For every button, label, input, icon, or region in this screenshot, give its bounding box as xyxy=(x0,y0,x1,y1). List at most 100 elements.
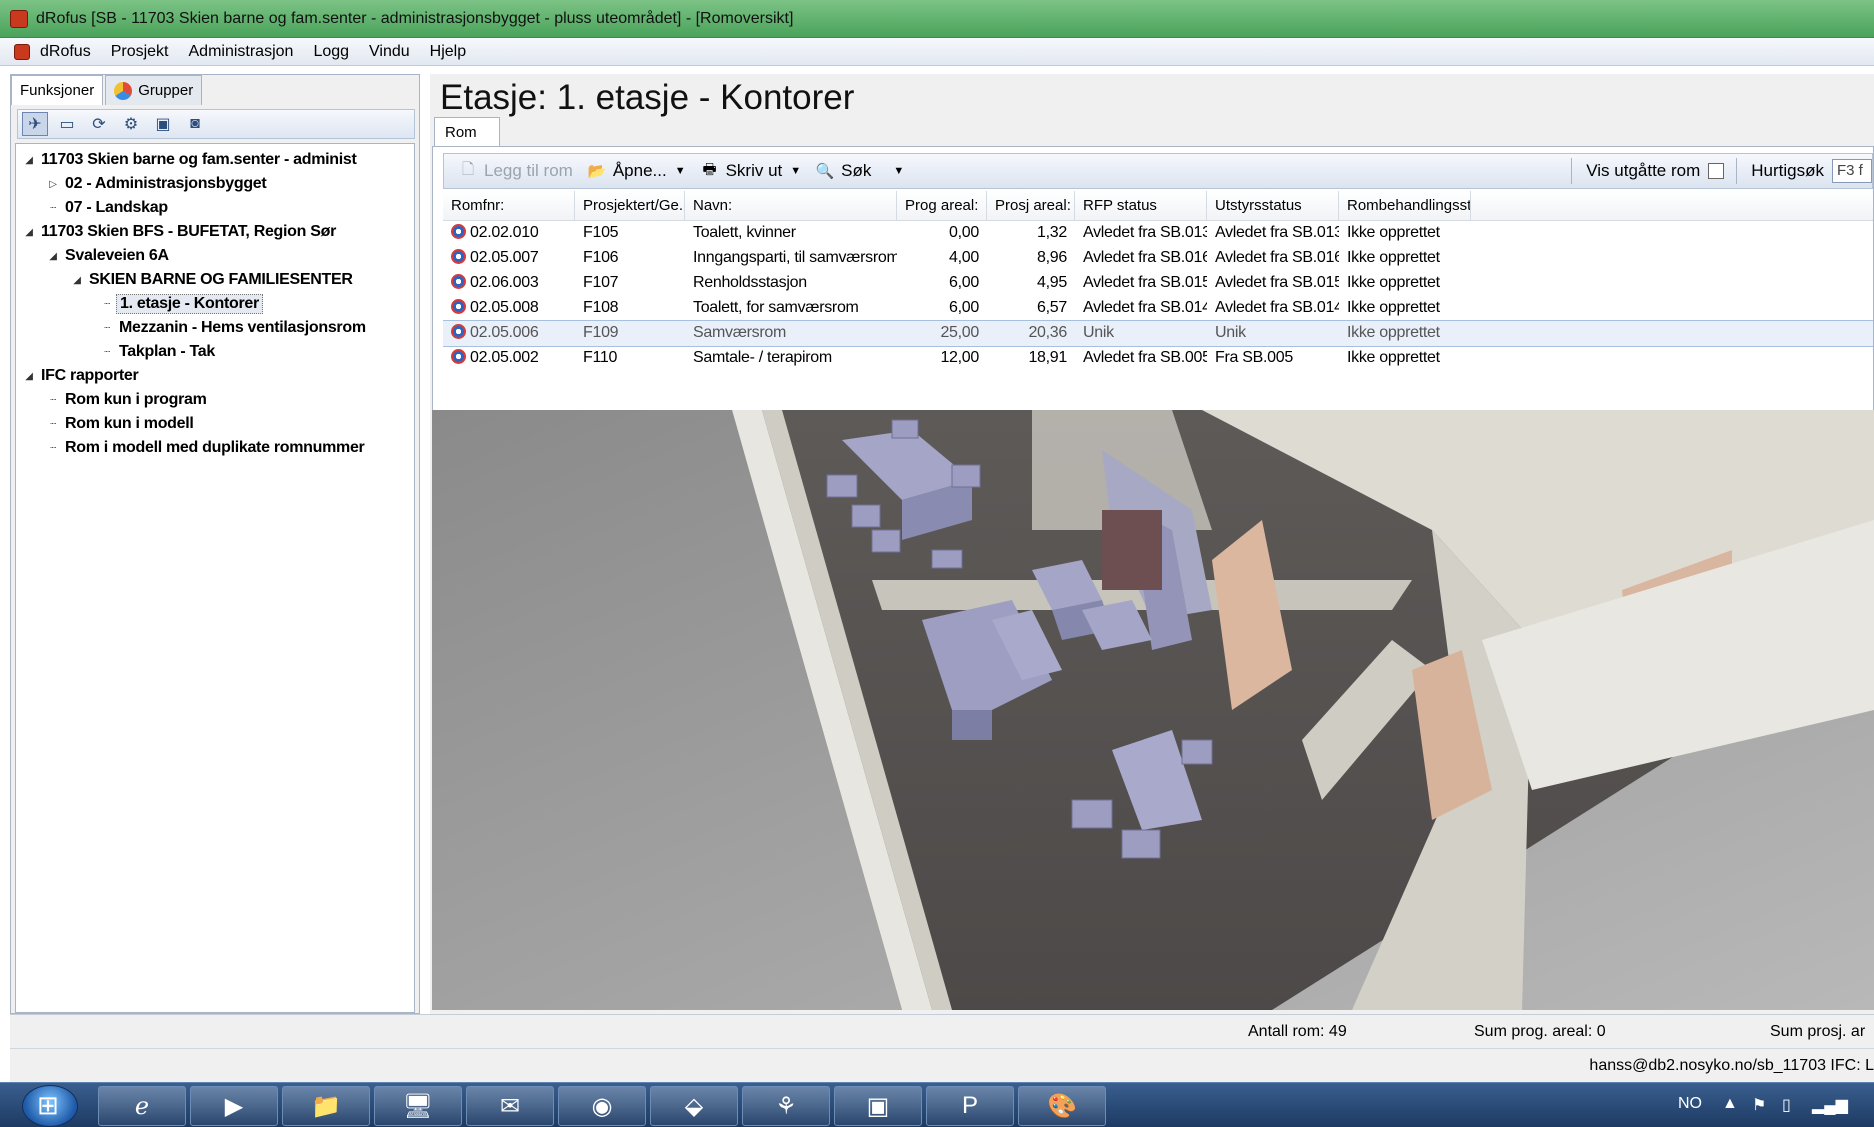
settings-icon[interactable]: ⚙ xyxy=(118,112,144,136)
menu-drofus[interactable]: dRofus xyxy=(40,43,91,61)
table-row[interactable]: 02.06.003 F107 Renholdsstasjon 6,00 4,95 Avle… xyxy=(443,271,1873,296)
window-titlebar[interactable]: dRofus [SB - 11703 Skien barne og fam.se… xyxy=(0,0,1874,38)
table-body: 02.02.010 F105 Toalett, kvinner 0,00 1,32 Avl… xyxy=(443,221,1873,371)
ie-icon[interactable]: ℯ xyxy=(98,1086,186,1126)
column-header[interactable]: Rombehandlingsst... xyxy=(1339,191,1471,220)
show-expired-toggle[interactable]: Vis utgåtte rom xyxy=(1586,161,1725,181)
room-toolbar: 🗋 Legg til rom 📂 Åpne... ▼ 🖶 Skriv ut ▼ 🔍 Søk ▼… xyxy=(443,153,1873,189)
tree-node[interactable]: ◢ 11703 Skien BFS - BUFETAT, Region Sør xyxy=(16,220,414,244)
quick-search-input[interactable]: F3 f xyxy=(1832,159,1872,183)
menu-hjelp[interactable]: Hjelp xyxy=(430,43,466,61)
show-expired-checkbox[interactable] xyxy=(1708,163,1725,179)
tree-node[interactable]: ┈ Rom i modell med duplikate romnummer xyxy=(16,436,414,460)
power-icon[interactable]: ▯ xyxy=(1782,1095,1791,1115)
column-header[interactable]: Navn: xyxy=(685,191,897,220)
tab-rom[interactable]: Rom xyxy=(434,117,500,147)
paint-icon[interactable]: 🎨 xyxy=(1018,1086,1106,1126)
tab-funksjoner[interactable]: Funksjoner xyxy=(11,75,104,105)
refresh-icon[interactable]: ⟳ xyxy=(86,112,112,136)
tree-node[interactable]: ◢ Svaleveien 6A xyxy=(16,244,414,268)
tree-node[interactable]: ◢ IFC rapporter xyxy=(16,364,414,388)
tray-arrow-icon[interactable]: ▲ xyxy=(1722,1095,1738,1113)
table-row[interactable]: 02.02.010 F105 Toalett, kvinner 0,00 1,32 Avl… xyxy=(443,221,1873,246)
expand-icon[interactable]: ◢ xyxy=(46,251,60,262)
column-header[interactable]: Prosj areal: xyxy=(987,191,1075,220)
monitor-icon[interactable]: 🖥 xyxy=(374,1086,462,1126)
quick-search-label: Hurtigsøk xyxy=(1751,161,1824,180)
acrobat-icon[interactable]: ⬙ xyxy=(650,1086,738,1126)
panel-icon[interactable]: ▭ xyxy=(54,112,80,136)
flag-icon[interactable]: ⚑ xyxy=(1752,1095,1766,1115)
tree-node-label: Mezzanin - Hems ventilasjonsrom xyxy=(119,319,366,336)
network-icon[interactable]: ⚘ xyxy=(742,1086,830,1126)
tree-node[interactable]: ◢ 11703 Skien barne og fam.senter - admin… xyxy=(16,148,414,172)
open-button[interactable]: 📂 Åpne... ▼ xyxy=(587,161,686,181)
powerpoint-icon[interactable]: P xyxy=(926,1086,1014,1126)
column-header[interactable]: Prosjektert/Ge... xyxy=(575,191,685,220)
tree-node-label: Rom i modell med duplikate romnummer xyxy=(65,439,365,456)
project-code-cell: F108 xyxy=(583,299,619,316)
language-indicator[interactable]: NO xyxy=(1678,1095,1702,1113)
column-header[interactable]: Prog areal: xyxy=(897,191,987,220)
signal-icon[interactable]: ▂▄▆ xyxy=(1812,1095,1848,1115)
drofus-icon[interactable]: ▣ xyxy=(834,1086,922,1126)
tree-node[interactable]: ▷ 02 - Administrasjonsbygget xyxy=(16,172,414,196)
column-header[interactable]: Romfnr: xyxy=(443,191,575,220)
proj-area-cell: 4,95 xyxy=(1037,274,1067,291)
print-button[interactable]: 🖶 Skriv ut ▼ xyxy=(700,161,802,181)
column-header[interactable]: RFP status xyxy=(1075,191,1207,220)
table-row[interactable]: 02.05.002 F110 Samtale- / terapirom 12,00 18… xyxy=(443,346,1873,371)
tree-node[interactable]: ┈ Mezzanin - Hems ventilasjonsrom xyxy=(16,316,414,340)
expand-icon[interactable]: ◢ xyxy=(22,227,36,238)
expand-icon[interactable]: ◢ xyxy=(70,275,84,286)
chevron-down-icon[interactable]: ▼ xyxy=(893,165,904,177)
search-button[interactable]: 🔍 Søk ▼ xyxy=(815,161,904,181)
chrome-icon[interactable]: ◉ xyxy=(558,1086,646,1126)
expand-icon[interactable]: ◢ xyxy=(22,155,36,166)
menu-vindu[interactable]: Vindu xyxy=(369,43,410,61)
start-button[interactable] xyxy=(22,1085,78,1127)
tree-node-label: 11703 Skien BFS - BUFETAT, Region Sør xyxy=(41,223,337,240)
save-icon[interactable]: ▣ xyxy=(150,112,176,136)
column-header[interactable]: Utstyrsstatus xyxy=(1207,191,1339,220)
table-row[interactable]: 02.05.008 F108 Toalett, for samværsrom 6,00… xyxy=(443,296,1873,321)
pin-icon[interactable]: ✈ xyxy=(22,112,48,136)
chevron-down-icon[interactable]: ▼ xyxy=(675,165,686,177)
menu-prosjekt[interactable]: Prosjekt xyxy=(111,43,169,61)
outlook-icon[interactable]: ✉ xyxy=(466,1086,554,1126)
menu-administrasjon[interactable]: Administrasjon xyxy=(189,43,294,61)
print-label: Skriv ut xyxy=(725,161,783,180)
drofus-menu-icon[interactable] xyxy=(14,43,30,60)
tab-grupper[interactable]: Grupper xyxy=(105,75,203,105)
table-row[interactable]: 02.05.007 F106 Inngangsparti, til samværsr… xyxy=(443,246,1873,271)
prog-area-cell: 6,00 xyxy=(949,274,979,291)
tree-node-selected[interactable]: ┈ 1. etasje - Kontorer xyxy=(16,292,414,316)
media-player-icon[interactable]: ▶ xyxy=(190,1086,278,1126)
tree-node[interactable]: ◢ SKIEN BARNE OG FAMILIESENTER xyxy=(16,268,414,292)
menu-logg[interactable]: Logg xyxy=(313,43,349,61)
tree-node[interactable]: ┈ Rom kun i modell xyxy=(16,412,414,436)
tree-node[interactable]: ┈ Rom kun i program xyxy=(16,388,414,412)
table-row[interactable]: 02.05.006 F109 Samværsrom 25,00 20,36 Unik Uni… xyxy=(443,320,1873,347)
expand-icon[interactable]: ▷ xyxy=(46,179,60,190)
menu-bar: dRofus Prosjekt Administrasjon Logg Vind… xyxy=(0,38,1874,66)
equipment-status-cell: Avledet fra SB.015 xyxy=(1215,274,1339,291)
status-bar: Antall rom: 49 Sum prog. areal: 0 Sum pr… xyxy=(10,1014,1874,1048)
add-room-button[interactable]: 🗋 Legg til rom xyxy=(458,161,573,181)
left-panel: Funksjoner Grupper ✈ ▭ ⟳ ⚙ ▣ ◙ ◢ 11703 Sk… xyxy=(10,74,420,1014)
camera-icon[interactable]: ◙ xyxy=(182,112,208,136)
explorer-icon[interactable]: 📁 xyxy=(282,1086,370,1126)
3d-scene[interactable] xyxy=(432,410,1874,1010)
tree-node-label: Rom kun i modell xyxy=(65,415,194,432)
3d-model-view[interactable] xyxy=(432,410,1874,1010)
room-number-text: 02.02.010 xyxy=(470,224,539,241)
project-code-cell: F110 xyxy=(583,349,618,366)
tree-node[interactable]: ┈ Takplan - Tak xyxy=(16,340,414,364)
toolbar-separator xyxy=(1736,158,1738,184)
prog-area-cell: 6,00 xyxy=(949,299,979,316)
chevron-down-icon[interactable]: ▼ xyxy=(790,165,801,177)
tree-node[interactable]: ┈ 07 - Landskap xyxy=(16,196,414,220)
rfp-status-cell: Avledet fra SB.013 xyxy=(1083,224,1207,241)
equipment-status-cell: Unik xyxy=(1215,324,1246,341)
expand-icon[interactable]: ◢ xyxy=(22,371,36,382)
